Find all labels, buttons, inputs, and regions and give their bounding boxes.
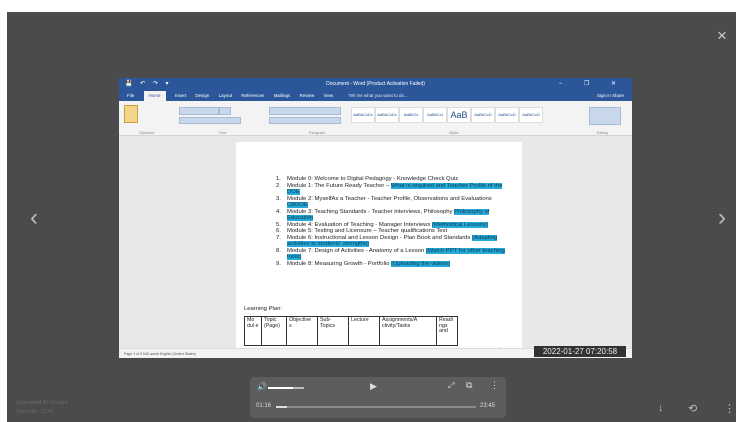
document-page: 1. Module 0: Welcome to Digital Pedagogy …: [236, 142, 522, 358]
status-text: Page 1 of 5 545 words English (United St…: [124, 352, 196, 356]
table-header-cell: Readi ngs and: [436, 316, 458, 346]
ribbon-group-editing: Editing: [597, 131, 608, 135]
file-meta: Video file · 23:45: [16, 409, 54, 415]
rotate-icon[interactable]: ⟲: [688, 402, 697, 415]
ribbon-group-font: Font: [219, 131, 227, 135]
font-format-icons: [179, 117, 241, 124]
font-name-box: [179, 107, 219, 115]
module-item: 7. Module 6: Instructional and Lesson Des…: [276, 234, 498, 247]
word-window-video-frame: 💾 ↶ ↷ ▾ Document - Word (Product Activat…: [119, 78, 632, 358]
video-controls: 🔊 ▶ ⤢ ⧉ ⋮ 01:16 23:45: [250, 377, 506, 418]
module-item: 2. Module 1: The Future Ready Teacher – W…: [276, 182, 503, 195]
more-options-icon[interactable]: ⋮: [724, 402, 735, 415]
tell-me-box: Tell me what you want to do...: [348, 93, 408, 98]
share-label: Sign in Share: [596, 93, 624, 98]
style-normal: AaBbCcDc: [351, 107, 375, 123]
video-timestamp: 2022-01-27 07:20:58: [534, 346, 626, 357]
current-time: 01:16: [256, 403, 272, 409]
fullscreen-icon[interactable]: ⤢: [448, 381, 454, 391]
tab-layout: Layout: [218, 93, 233, 98]
ribbon-group-clipboard: Clipboard: [139, 131, 154, 135]
tab-home: Home: [143, 91, 166, 101]
style-emphasis: AaBbCcD: [519, 107, 543, 123]
tab-file: File: [127, 93, 135, 98]
previous-arrow-icon[interactable]: ‹: [26, 206, 42, 230]
ribbon-group-styles: Styles: [449, 131, 459, 135]
module-item: 8. Module 7: Design of Activities - Anato…: [276, 247, 505, 260]
table-header-cell: Assignments/A ctivity/Tasks: [379, 316, 437, 346]
seek-progress: [276, 406, 287, 408]
style-heading-2: AaBbCcI: [423, 107, 447, 123]
volume-level: [268, 387, 294, 389]
learning-plan-heading: Learning Plan:: [244, 306, 282, 312]
style-subtle-emphasis: AaBbCcD: [495, 107, 519, 123]
total-time: 23:45: [480, 403, 496, 409]
seek-bar[interactable]: [276, 406, 476, 408]
style-subtitle: AaBbCcD: [471, 107, 495, 123]
module-list: 1. Module 0: Welcome to Digital Pedagogy …: [276, 176, 514, 267]
tab-review: Review: [299, 93, 315, 98]
tab-insert: Insert: [174, 93, 187, 98]
window-controls: − ❐ ✕: [558, 81, 626, 87]
close-icon[interactable]: ×: [712, 26, 732, 46]
tab-design: Design: [195, 93, 210, 98]
font-size-box: [219, 107, 231, 115]
module-item: 4. Module 3: Teaching Standards - Teacher…: [276, 208, 490, 221]
word-ribbon-tabs: File Home Insert Design Layout Reference…: [119, 91, 632, 101]
word-ribbon: AaBbCcDc AaBbCcDc AaBbCc AaBbCcI AaB AaB…: [119, 101, 632, 136]
word-document-title: Document - Word (Product Activation Fail…: [326, 81, 425, 87]
tab-references: References: [241, 93, 265, 98]
table-header-cell: Mo dul e: [244, 316, 262, 346]
style-no-spacing: AaBbCcDc: [375, 107, 399, 123]
list-icons: [269, 107, 341, 115]
table-header-cell: Topic (Page): [261, 316, 287, 346]
paste-icon: [124, 105, 138, 123]
volume-slider[interactable]: [268, 387, 304, 389]
tab-mailings: Mailings: [273, 93, 291, 98]
tab-view: View: [323, 93, 334, 98]
download-icon[interactable]: ↓: [658, 402, 664, 414]
style-heading-1: AaBbCc: [399, 107, 423, 123]
learning-plan-table: Mo dul e Topic (Page) Objective s Sub-To…: [244, 316, 458, 346]
next-arrow-icon[interactable]: ›: [714, 206, 730, 230]
ribbon-group-paragraph: Paragraph: [309, 131, 326, 135]
table-header-row: Mo dul e Topic (Page) Objective s Sub-To…: [244, 316, 458, 346]
table-header-cell: Lecture: [348, 316, 380, 346]
table-header-cell: Sub-Topics: [317, 316, 349, 346]
align-icons: [269, 117, 341, 124]
file-name: Unmodified file 01.mp4: [16, 400, 68, 406]
editing-icons: [589, 107, 621, 125]
play-icon[interactable]: ▶: [370, 381, 377, 392]
style-title: AaB: [447, 107, 471, 123]
table-header-cell: Objective s: [286, 316, 318, 346]
module-item: 9. Module 8: Measuring Growth - Portfolio…: [276, 260, 451, 267]
player-more-icon[interactable]: ⋮: [490, 380, 499, 391]
module-item: 3. Module 2: MyselfAs a Teacher - Teacher…: [276, 195, 492, 208]
volume-icon[interactable]: 🔊: [257, 382, 267, 391]
word-title-bar: 💾 ↶ ↷ ▾ Document - Word (Product Activat…: [119, 78, 632, 91]
captions-icon[interactable]: ⧉: [466, 380, 472, 391]
